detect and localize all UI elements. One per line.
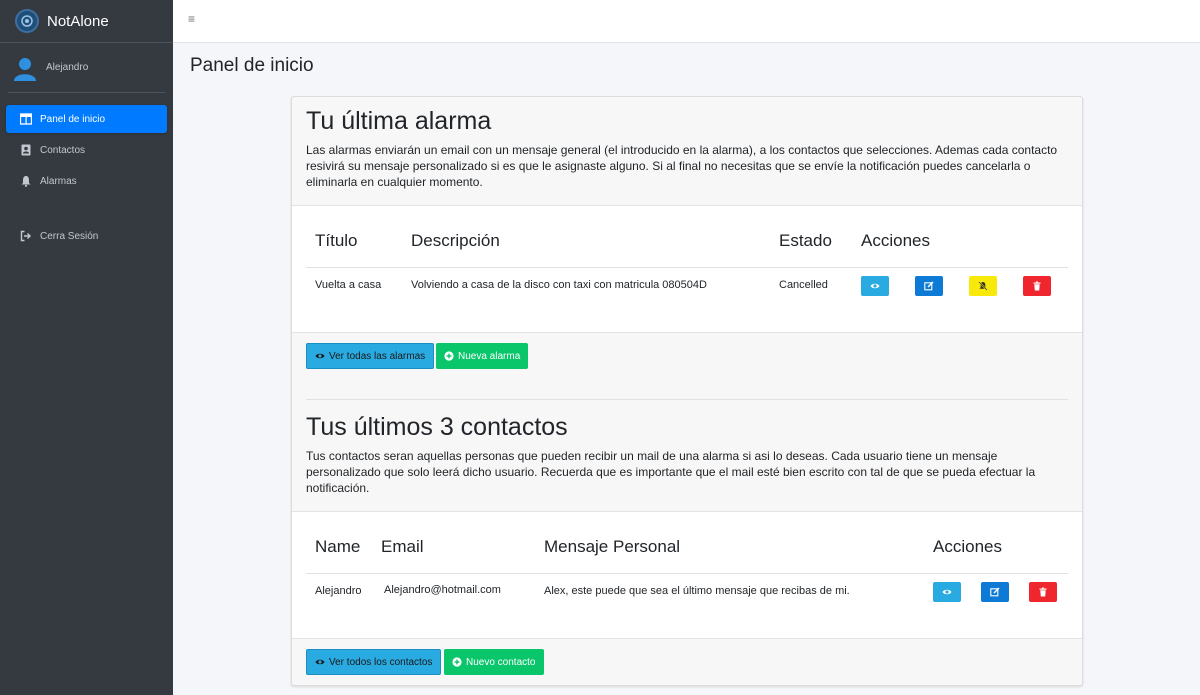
edit-contact-button[interactable] (981, 582, 1009, 602)
column-header-name: Name (315, 537, 361, 556)
alarms-header: Tu última alarma Las alarmas enviarán un… (306, 107, 1066, 190)
delete-alarm-button[interactable] (1023, 276, 1051, 296)
sidebar-item-contactos[interactable]: Contactos (6, 136, 167, 164)
sidebar-item-cerrar-sesion[interactable]: Cerra Sesión (6, 222, 167, 250)
alarms-description: Las alarmas enviarán un email con un men… (306, 143, 1058, 189)
alarm-estado: Cancelled (779, 279, 828, 291)
view-all-alarms-label: Ver todas las alarmas (329, 350, 426, 362)
new-contact-label: Nuevo contacto (466, 656, 536, 668)
hamburger-menu-icon[interactable]: ≡ (188, 12, 195, 26)
column-header-acciones: Acciones (861, 231, 930, 250)
top-navbar: ≡ (173, 0, 1200, 43)
new-alarm-button[interactable]: Nueva alarma (436, 343, 529, 369)
user-name: Alejandro (46, 62, 89, 73)
brand[interactable]: NotAlone (0, 0, 173, 43)
user-panel[interactable]: Alejandro (8, 43, 165, 93)
app-logo-icon (15, 9, 39, 33)
bell-icon (20, 175, 32, 187)
contacts-table: Name Email Mensaje Personal Acciones Ale… (292, 511, 1082, 639)
column-header-mensaje-personal: Mensaje Personal (544, 537, 681, 556)
column-header-email: Email (381, 537, 424, 556)
trash-icon (1039, 587, 1047, 597)
app-name: NotAlone (47, 12, 109, 30)
dashboard-card: Tu última alarma Las alarmas enviarán un… (291, 96, 1083, 686)
eye-icon (315, 353, 325, 359)
contacts-header: Tus últimos 3 contactos Tus contactos se… (306, 413, 1066, 496)
plus-circle-icon (452, 657, 462, 667)
section-divider (306, 399, 1068, 400)
contact-email: Alejandro@hotmail.com (384, 584, 501, 596)
dashboard-icon (20, 113, 32, 125)
column-header-descripcion: Descripción (411, 231, 500, 250)
new-alarm-label: Nueva alarma (458, 350, 521, 362)
sidebar-nav: Panel de inicio Contactos Alarmas Cerra … (0, 93, 173, 250)
view-alarm-button[interactable] (861, 276, 889, 296)
plus-circle-icon (444, 351, 454, 361)
edit-alarm-button[interactable] (915, 276, 943, 296)
new-contact-button[interactable]: Nuevo contacto (444, 649, 544, 675)
sidebar-item-label: Contactos (40, 144, 86, 156)
alarms-table: Título Descripción Estado Acciones Vuelt… (292, 205, 1082, 333)
edit-icon (924, 281, 934, 291)
address-book-icon (20, 144, 32, 156)
contacts-description: Tus contactos seran aquellas personas qu… (306, 449, 1036, 495)
user-avatar-icon (14, 57, 36, 81)
contact-mensaje: Alex, este puede que sea el último mensa… (544, 585, 850, 597)
trash-icon (1033, 281, 1041, 291)
sign-out-icon (20, 230, 32, 242)
alarm-descripcion: Volviendo a casa de la disco con taxi co… (411, 279, 707, 291)
sidebar-item-panel-de-inicio[interactable]: Panel de inicio (6, 105, 167, 133)
sidebar-item-label: Alarmas (40, 175, 77, 187)
sidebar-item-label: Cerra Sesión (40, 230, 99, 242)
bell-slash-icon (978, 281, 988, 291)
page-title: Panel de inicio (190, 55, 314, 76)
cancel-alarm-button[interactable] (969, 276, 997, 296)
sidebar-item-alarmas[interactable]: Alarmas (6, 167, 167, 195)
contacts-title: Tus últimos 3 contactos (306, 413, 568, 441)
view-all-contacts-label: Ver todos los contactos (329, 656, 433, 668)
view-all-contacts-button[interactable]: Ver todos los contactos (306, 649, 442, 675)
eye-icon (942, 589, 952, 595)
alarm-titulo: Vuelta a casa (315, 279, 382, 291)
eye-icon (315, 659, 325, 665)
sidebar: NotAlone Alejandro Panel de inicio Conta… (0, 0, 173, 695)
view-contact-button[interactable] (933, 582, 961, 602)
column-header-estado: Estado (779, 231, 832, 250)
sidebar-item-label: Panel de inicio (40, 113, 106, 125)
column-header-titulo: Título (315, 231, 358, 250)
contact-name: Alejandro (315, 585, 362, 597)
edit-icon (990, 587, 1000, 597)
view-all-alarms-button[interactable]: Ver todas las alarmas (306, 343, 435, 369)
column-header-acciones: Acciones (933, 537, 1002, 556)
delete-contact-button[interactable] (1029, 582, 1057, 602)
eye-icon (870, 283, 880, 289)
alarms-title: Tu última alarma (306, 107, 492, 135)
